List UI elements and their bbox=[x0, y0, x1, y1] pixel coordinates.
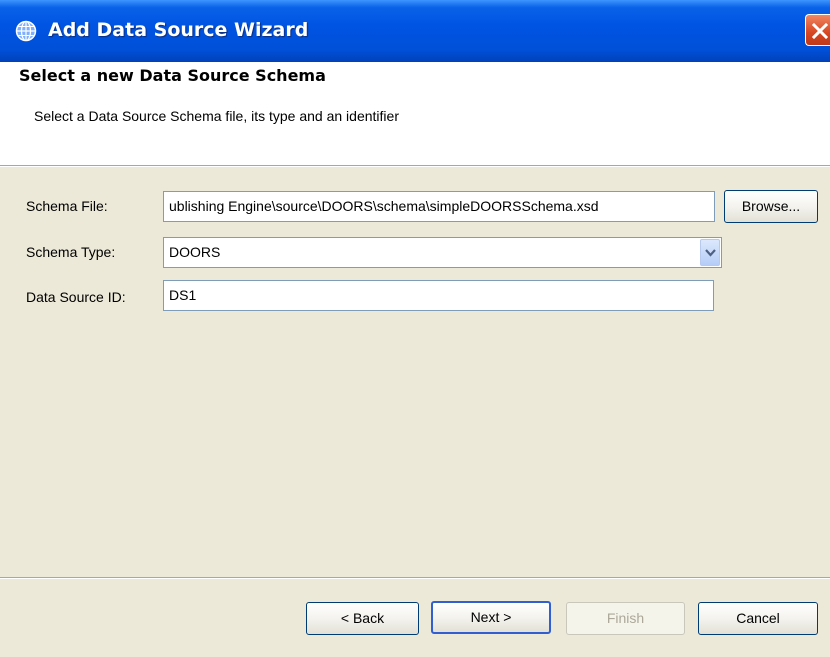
browse-button[interactable]: Browse... bbox=[724, 190, 818, 223]
title-bar[interactable]: Add Data Source Wizard bbox=[0, 0, 830, 62]
schema-type-select[interactable]: DOORS bbox=[163, 237, 722, 268]
cancel-button[interactable]: Cancel bbox=[698, 602, 818, 635]
data-source-id-input[interactable]: DS1 bbox=[163, 280, 714, 311]
next-button[interactable]: Next > bbox=[431, 601, 551, 634]
schema-type-dropdown-button[interactable] bbox=[700, 239, 720, 266]
wizard-window: Add Data Source Wizard Select a new Data… bbox=[0, 0, 830, 657]
schema-file-input[interactable]: ublishing Engine\source\DOORS\schema\sim… bbox=[163, 191, 715, 222]
close-icon bbox=[812, 23, 828, 39]
close-button[interactable] bbox=[805, 14, 830, 46]
back-button[interactable]: < Back bbox=[306, 602, 419, 635]
page-description: Select a Data Source Schema file, its ty… bbox=[34, 108, 399, 124]
schema-type-label: Schema Type: bbox=[26, 244, 116, 260]
schema-file-value: ublishing Engine\source\DOORS\schema\sim… bbox=[169, 198, 599, 214]
window-title: Add Data Source Wizard bbox=[48, 19, 309, 41]
footer-separator bbox=[0, 577, 830, 579]
schema-file-label: Schema File: bbox=[26, 198, 108, 214]
data-source-id-label: Data Source ID: bbox=[26, 289, 126, 305]
finish-button[interactable]: Finish bbox=[566, 602, 685, 635]
page-title: Select a new Data Source Schema bbox=[19, 66, 326, 85]
chevron-down-icon bbox=[705, 249, 716, 257]
data-source-id-value: DS1 bbox=[169, 287, 197, 303]
schema-type-value: DOORS bbox=[169, 244, 221, 260]
header-separator bbox=[0, 165, 830, 167]
globe-icon bbox=[15, 20, 37, 42]
